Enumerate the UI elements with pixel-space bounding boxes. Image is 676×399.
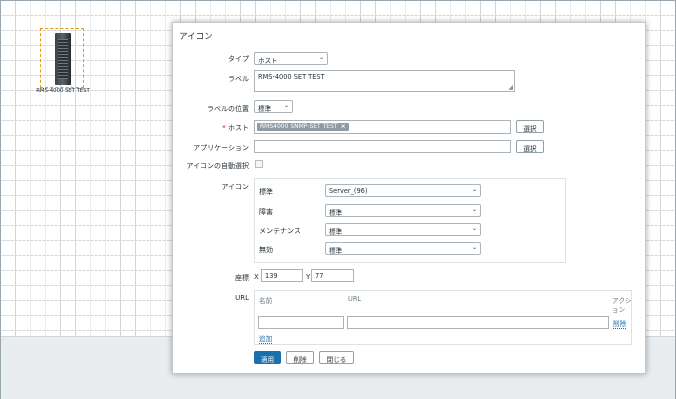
- url-col-name: 名前: [259, 297, 273, 305]
- chevron-down-icon: ⌄: [283, 102, 289, 109]
- icon-problem-value: 標準: [329, 209, 343, 217]
- resize-grip-icon[interactable]: ◢: [508, 84, 513, 91]
- icon-problem-select[interactable]: 標準 ⌄: [325, 204, 481, 217]
- dialog-title: アイコン: [179, 32, 213, 42]
- label-position-value: 標準: [258, 105, 272, 113]
- icon-row-problem-label: 障害: [259, 208, 273, 216]
- icon-row-disabled-label: 無効: [259, 246, 273, 254]
- auto-icon-checkbox[interactable]: [255, 160, 263, 168]
- host-multiselect[interactable]: RMS4000 SNMP-SET TEST ×: [254, 120, 511, 134]
- icons-group: 標準 Server_(96) ⌄ 障害 標準 ⌄ メンテナンス 標準 ⌄ 無効 …: [254, 178, 566, 263]
- chevron-down-icon: ⌄: [471, 186, 477, 193]
- type-select[interactable]: ホスト ⌄: [254, 52, 328, 65]
- chevron-down-icon: ⌄: [318, 54, 324, 61]
- urls-group: 名前 URL アクシ ョン 削除 追加: [254, 290, 632, 345]
- url-label: URL: [235, 294, 249, 302]
- map-element-label: RMS-4000 SET TEST: [36, 88, 90, 94]
- url-col-action-2: ョン: [612, 306, 626, 314]
- url-name-input[interactable]: [258, 316, 344, 329]
- icon-edit-dialog: アイコン タイプ ホスト ⌄ ラベル RMS-4000 SET TEST ◢ ラ…: [172, 22, 646, 374]
- map-element-selected[interactable]: [40, 28, 84, 88]
- label-textarea[interactable]: RMS-4000 SET TEST ◢: [254, 70, 515, 92]
- coord-y-label: Y: [306, 273, 311, 281]
- icon-row-maintenance-label: メンテナンス: [259, 227, 301, 235]
- auto-icon-label: アイコンの自動選択: [186, 162, 249, 170]
- label-textarea-value: RMS-4000 SET TEST: [258, 73, 325, 81]
- host-chip: RMS4000 SNMP-SET TEST ×: [257, 123, 349, 131]
- type-label: タイプ: [228, 55, 249, 63]
- host-label: * ホスト: [203, 123, 249, 133]
- label-field-label: ラベル: [228, 75, 249, 83]
- icon-maintenance-select[interactable]: 標準 ⌄: [325, 223, 481, 236]
- coord-x-label: X: [254, 273, 259, 281]
- coord-y-input[interactable]: 77: [311, 269, 354, 282]
- url-remove-link[interactable]: 削除: [613, 318, 627, 329]
- icons-label: アイコン: [221, 183, 249, 191]
- chevron-down-icon: ⌄: [471, 244, 477, 251]
- icon-default-select[interactable]: Server_(96) ⌄: [325, 184, 481, 197]
- apply-button[interactable]: 適用: [254, 351, 281, 364]
- close-button[interactable]: 閉じる: [319, 351, 354, 364]
- url-add-link[interactable]: 追加: [259, 333, 273, 344]
- icon-disabled-value: 標準: [329, 247, 343, 255]
- application-label: アプリケーション: [193, 144, 249, 152]
- url-col-url: URL: [348, 295, 362, 303]
- coord-x-input[interactable]: 139: [261, 269, 303, 282]
- delete-button[interactable]: 削除: [286, 351, 314, 364]
- url-value-input[interactable]: [347, 316, 609, 329]
- host-chip-label: RMS4000 SNMP-SET TEST: [260, 123, 338, 130]
- close-icon[interactable]: ×: [341, 123, 346, 130]
- label-position-label: ラベルの位置: [207, 105, 249, 113]
- chevron-down-icon: ⌄: [471, 225, 477, 232]
- required-mark: *: [222, 124, 226, 132]
- icon-maintenance-value: 標準: [329, 228, 343, 236]
- chevron-down-icon: ⌄: [471, 206, 477, 213]
- label-position-select[interactable]: 標準 ⌄: [254, 100, 293, 113]
- icon-row-default-label: 標準: [259, 188, 273, 196]
- icon-disabled-select[interactable]: 標準 ⌄: [325, 242, 481, 255]
- host-select-button[interactable]: 選択: [516, 120, 544, 133]
- application-input[interactable]: [254, 140, 511, 153]
- host-label-text: ホスト: [228, 124, 249, 132]
- application-select-button[interactable]: 選択: [516, 140, 544, 153]
- type-select-value: ホスト: [258, 57, 278, 65]
- coordinates-label: 座標: [235, 274, 249, 282]
- icon-default-value: Server_(96): [329, 187, 368, 195]
- server-icon: [55, 33, 71, 85]
